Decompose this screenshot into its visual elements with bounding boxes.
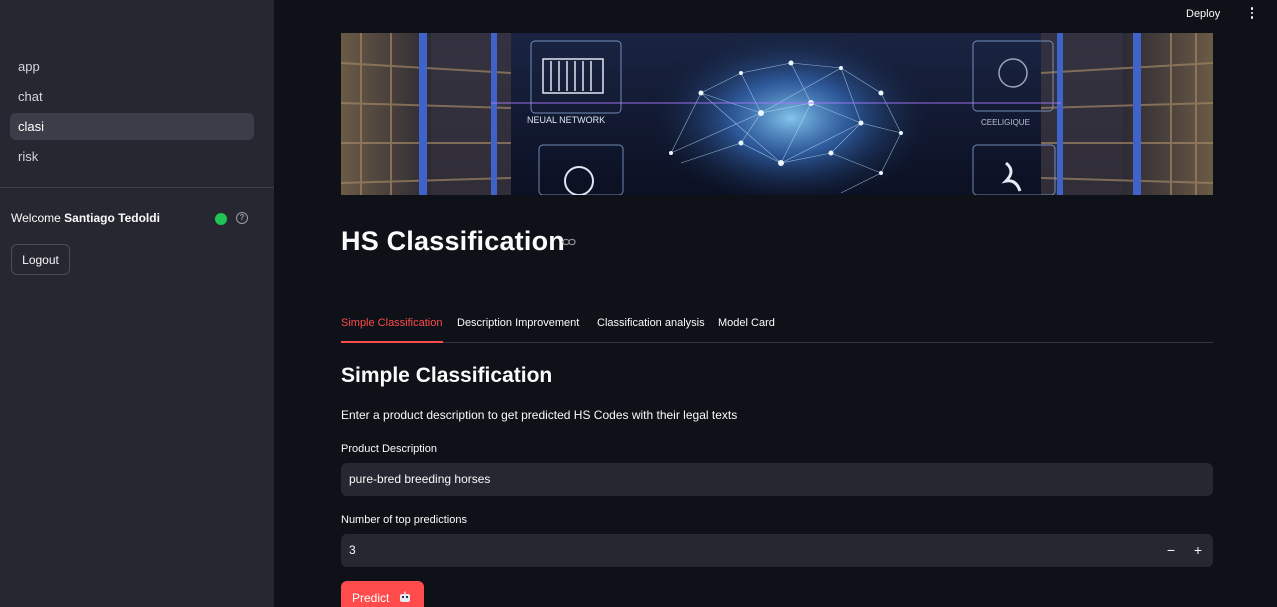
top-predictions-label: Number of top predictions [341,514,467,526]
welcome-text: Welcome Santiago Tedoldi [11,211,160,225]
page-title: HS Classification [341,226,565,256]
product-description-label: Product Description [341,443,437,455]
tab-model-card[interactable]: Model Card [718,317,775,329]
robot-icon [400,591,410,602]
welcome-prefix: Welcome [11,211,61,225]
app-root: app chat clasi risk Welcome Santiago Ted… [0,0,1277,607]
tab-description-improvement[interactable]: Description Improvement [457,317,579,329]
banner-text-right: CEELIGIQUE [981,118,1030,127]
sidebar-divider [0,187,274,188]
active-tab-indicator [341,341,443,343]
increment-button[interactable]: + [1185,534,1211,567]
sidebar: app chat clasi risk Welcome Santiago Ted… [0,0,274,607]
predict-button[interactable]: Predict [341,581,424,607]
tab-classification-analysis[interactable]: Classification analysis [597,317,705,329]
product-description-input[interactable]: pure-bred breeding horses [341,463,1213,496]
predict-label: Predict [352,591,390,605]
decrement-button[interactable]: − [1158,534,1184,567]
logout-button[interactable]: Logout [11,244,70,275]
top-predictions-value[interactable]: 3 [349,534,356,567]
sidebar-item-risk[interactable]: risk [10,143,254,170]
sidebar-item-app[interactable]: app [10,53,254,80]
banner-text-left: NEUAL NETWORK [527,115,605,125]
top-predictions-input[interactable]: 3 − + [341,534,1213,567]
vertical-dots-icon[interactable] [1248,7,1256,21]
status-indicator [215,213,227,225]
sidebar-item-clasi[interactable]: clasi [10,113,254,140]
user-name: Santiago Tedoldi [64,211,160,225]
tab-simple-classification[interactable]: Simple Classification [341,317,442,329]
section-title: Simple Classification [341,364,553,387]
sidebar-item-chat[interactable]: chat [10,83,254,110]
banner-image: NEUAL NETWORK CEELIGIQUE [341,33,1213,195]
deploy-button[interactable]: Deploy [1186,8,1220,20]
help-icon[interactable]: ? [236,212,248,224]
link-icon[interactable] [562,237,576,247]
tab-bar: Simple Classification Description Improv… [341,314,1213,343]
sidebar-nav: app chat clasi risk [10,53,254,173]
section-description: Enter a product description to get predi… [341,408,738,422]
